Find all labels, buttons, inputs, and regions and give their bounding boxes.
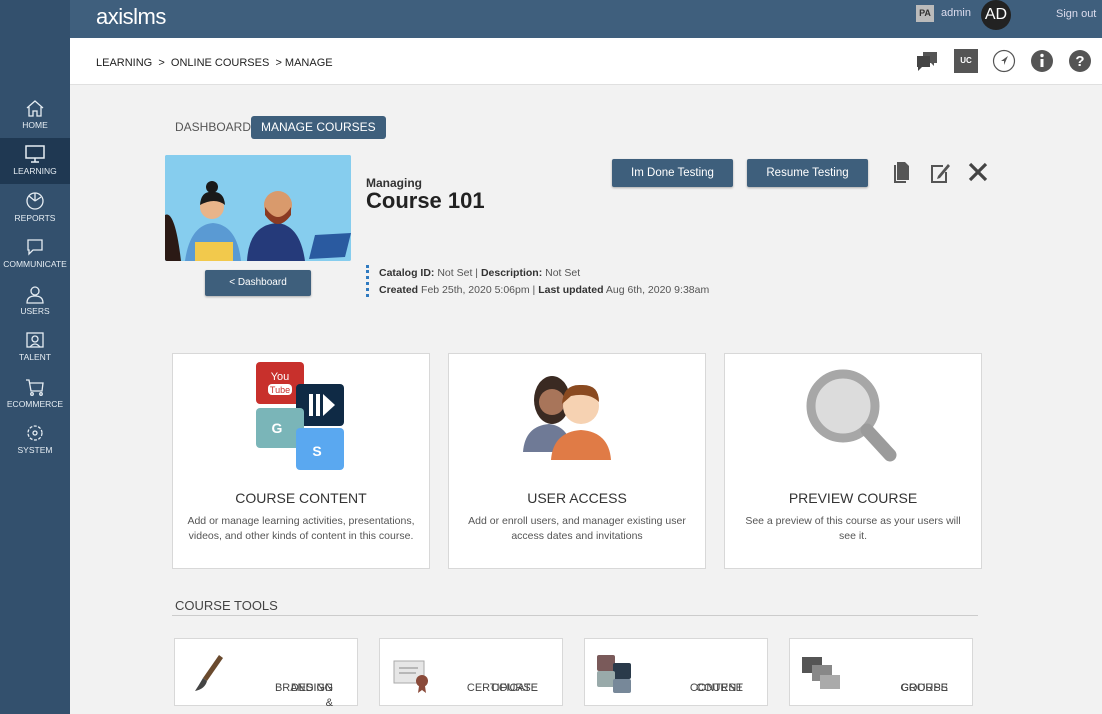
tool-label-line2: CERTIFICATE xyxy=(466,682,538,694)
divider xyxy=(172,615,978,616)
sidebar-item-label: TALENT xyxy=(19,352,51,362)
card-title: PREVIEW COURSE xyxy=(788,490,918,506)
description-value: Not Set xyxy=(545,267,581,279)
tool-label-line2: DESIGN xyxy=(290,682,333,694)
groups-icon xyxy=(802,657,840,689)
help-icon[interactable]: ? xyxy=(1068,49,1092,73)
svg-text:Tube: Tube xyxy=(270,385,290,395)
top-bar: axislms PA admin AD Sign out xyxy=(70,0,1102,38)
updated-label: Last updated xyxy=(538,284,604,296)
updated-value: Aug 6th, 2020 9:38am xyxy=(605,284,710,296)
sidebar-item-label: COMMUNICATE xyxy=(3,259,67,269)
breadcrumb-bar: LEARNING > ONLINE COURSES > MANAGE UC ? xyxy=(70,38,1102,85)
card-description: Add or manage learning activities, prese… xyxy=(187,515,415,542)
cart-icon xyxy=(26,379,44,396)
resume-testing-button[interactable]: Resume Testing xyxy=(747,159,868,187)
breadcrumb-learning[interactable]: LEARNING xyxy=(96,57,152,69)
close-icon[interactable] xyxy=(967,161,989,183)
tool-course-groups[interactable]: COURSE GROUPS xyxy=(789,638,973,706)
svg-text:S: S xyxy=(312,443,321,459)
uc-icon[interactable]: UC xyxy=(954,49,978,73)
content-apps-icon xyxy=(597,655,631,693)
svg-text:You: You xyxy=(271,371,290,383)
breadcrumb-online-courses[interactable]: ONLINE COURSES xyxy=(171,57,269,69)
edit-icon[interactable] xyxy=(929,161,951,185)
tool-label-line2: CONTENT xyxy=(689,682,743,694)
magnifier-icon xyxy=(806,369,897,462)
gear-icon xyxy=(27,425,43,441)
course-content-card[interactable]: You Tube G S COURSE CONTENT Add or manage… xyxy=(172,353,430,569)
reports-icon xyxy=(26,192,44,210)
preview-course-card[interactable]: PREVIEW COURSE See a preview of this cou… xyxy=(724,353,982,569)
sidebar-item-label: USERS xyxy=(20,306,50,316)
svg-text:G: G xyxy=(272,420,283,436)
catalog-label: Catalog ID: xyxy=(379,267,435,279)
sign-out-link[interactable]: Sign out xyxy=(1056,8,1096,20)
tool-label-line2: GROUPS xyxy=(900,682,948,694)
breadcrumb: LEARNING > ONLINE COURSES > MANAGE xyxy=(96,57,333,69)
sidebar: HOME LEARNING REPORTS COMMUNICATE USERS … xyxy=(0,0,70,714)
card-title: COURSE CONTENT xyxy=(235,490,367,506)
course-tools-heading: COURSE TOOLS xyxy=(175,598,278,613)
sidebar-item-learning[interactable]: LEARNING xyxy=(0,138,70,184)
tab-manage-courses[interactable]: MANAGE COURSES xyxy=(251,116,386,139)
paintbrush-icon xyxy=(195,655,223,691)
created-value: Feb 25th, 2020 5:06pm xyxy=(421,284,530,296)
catalog-value: Not Set xyxy=(437,267,473,279)
content-apps-icon: You Tube G S xyxy=(256,362,344,470)
sidebar-item-reports[interactable]: REPORTS xyxy=(0,185,70,231)
tool-course-certificate[interactable]: COURSE CERTIFICATE xyxy=(379,638,563,706)
avatar[interactable]: AD xyxy=(981,0,1011,30)
sidebar-item-talent[interactable]: TALENT xyxy=(0,324,70,370)
sidebar-item-home[interactable]: HOME xyxy=(0,92,70,138)
meta-divider xyxy=(366,265,369,297)
chat-bubbles-icon[interactable] xyxy=(915,49,939,73)
card-description: Add or enroll users, and manager existin… xyxy=(468,515,686,542)
sidebar-item-system[interactable]: SYSTEM xyxy=(0,417,70,463)
copy-icon[interactable] xyxy=(892,161,912,185)
info-icon[interactable] xyxy=(1030,49,1054,73)
monitor-icon xyxy=(25,145,45,163)
tool-branding-design[interactable]: BRANDING & DESIGN xyxy=(174,638,358,709)
sidebar-item-ecommerce[interactable]: ECOMMERCE xyxy=(0,371,70,417)
done-testing-button[interactable]: Im Done Testing xyxy=(612,159,733,187)
sidebar-item-label: ECOMMERCE xyxy=(6,399,64,409)
catalog-meta: Catalog ID: Not Set | Description: Not S… xyxy=(379,267,581,279)
breadcrumb-manage: MANAGE xyxy=(284,57,333,69)
logo[interactable]: axislms xyxy=(96,4,166,30)
username[interactable]: admin xyxy=(941,7,971,19)
users-icon xyxy=(523,376,611,460)
sidebar-item-label: REPORTS xyxy=(14,213,56,223)
talent-icon xyxy=(26,332,44,348)
home-icon xyxy=(26,100,44,117)
course-image xyxy=(165,155,351,261)
sidebar-item-label: LEARNING xyxy=(13,166,57,176)
user-badge[interactable]: PA xyxy=(916,5,934,22)
chat-icon xyxy=(27,239,43,256)
user-access-card[interactable]: USER ACCESS Add or enroll users, and man… xyxy=(448,353,706,569)
sidebar-item-communicate[interactable]: COMMUNICATE xyxy=(0,231,70,277)
card-description: See a preview of this course as your use… xyxy=(745,515,961,542)
card-title: USER ACCESS xyxy=(527,490,627,506)
course-title: Course 101 xyxy=(366,188,485,213)
sidebar-item-label: SYSTEM xyxy=(17,445,53,455)
back-to-dashboard-button[interactable]: < Dashboard xyxy=(205,270,311,296)
created-label: Created xyxy=(379,284,419,296)
description-label: Description: xyxy=(480,267,543,279)
tool-course-content[interactable]: COURSE CONTENT xyxy=(584,638,768,706)
user-icon xyxy=(26,286,44,304)
svg-text:?: ? xyxy=(1075,53,1084,70)
certificate-icon xyxy=(393,660,428,693)
tab-dashboard[interactable]: DASHBOARD xyxy=(165,116,261,139)
sidebar-item-users[interactable]: USERS xyxy=(0,278,70,324)
dates-meta: Created Feb 25th, 2020 5:06pm | Last upd… xyxy=(379,284,710,296)
navigate-icon[interactable] xyxy=(992,49,1016,73)
sidebar-item-label: HOME xyxy=(22,120,48,130)
